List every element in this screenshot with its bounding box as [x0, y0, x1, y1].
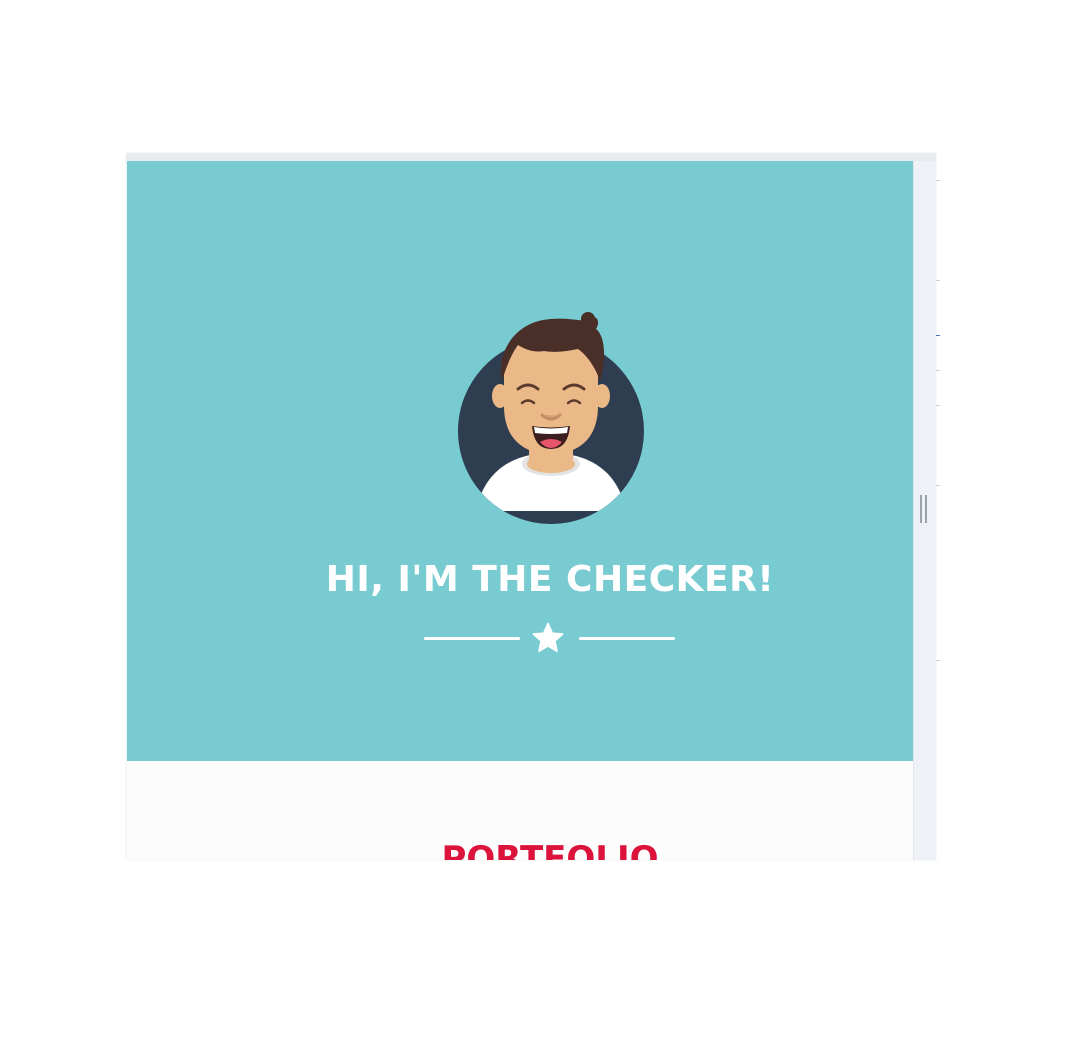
page-viewport: HI, I'M THE CHECKER! PORTFOLIO: [127, 161, 913, 860]
frame-top-bar: [126, 153, 936, 161]
star-divider: [424, 619, 676, 655]
panel-tick: [936, 660, 940, 661]
panel-tick: [936, 180, 940, 181]
panel-tick-active: [936, 335, 940, 336]
star-icon: [532, 622, 564, 653]
avatar-icon: [458, 312, 644, 524]
side-panel-edge: [936, 160, 942, 700]
browser-frame: HI, I'M THE CHECKER! PORTFOLIO: [126, 153, 936, 860]
panel-tick: [936, 485, 940, 486]
panel-tick: [936, 405, 940, 406]
scrollbar-grip-icon[interactable]: [920, 495, 928, 523]
hero-section: HI, I'M THE CHECKER!: [127, 161, 913, 761]
portfolio-heading: PORTFOLIO: [441, 839, 659, 860]
panel-tick: [936, 370, 940, 371]
divider-line-left: [424, 637, 520, 640]
hero-title: HI, I'M THE CHECKER!: [325, 559, 775, 600]
panel-tick: [936, 280, 940, 281]
divider-line-right: [579, 637, 675, 640]
